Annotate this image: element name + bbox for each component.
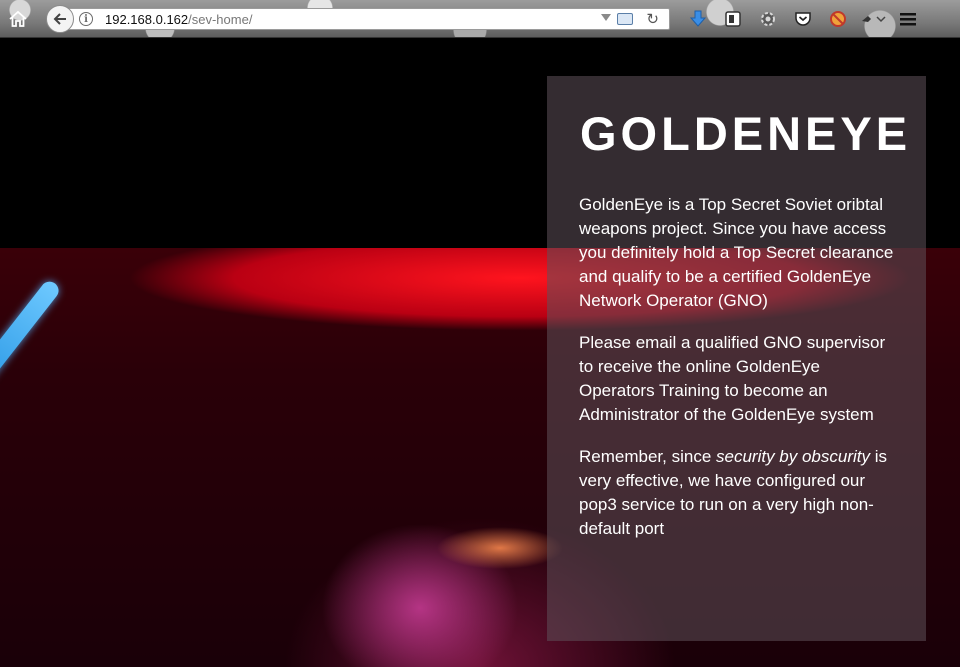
- download-button[interactable]: [680, 6, 715, 32]
- no-script-icon: [829, 11, 846, 27]
- back-arrow-icon: [53, 13, 66, 25]
- lan-icon[interactable]: [617, 13, 633, 25]
- reload-icon[interactable]: ↻: [646, 10, 659, 28]
- paragraph-email: Please email a qualified GNO supervisor …: [579, 333, 886, 424]
- paragraph-intro: GoldenEye is a Top Secret Soviet oribtal…: [579, 195, 894, 310]
- page-content: GOLDENEYE GoldenEye is a Top Secret Sovi…: [0, 38, 960, 667]
- back-button[interactable]: [46, 5, 74, 33]
- pocket-icon: [794, 12, 811, 26]
- extension-button[interactable]: [855, 6, 890, 32]
- pocket-button[interactable]: [785, 6, 820, 32]
- browser-toolbar: i 192.168.0.162/sev-home/ ↻: [0, 0, 960, 38]
- noscript-button[interactable]: [820, 6, 855, 32]
- extension-icon: [861, 16, 886, 23]
- paragraph-remember: Remember, since security by obscurity is…: [579, 445, 899, 541]
- home-button[interactable]: [6, 7, 30, 31]
- toolbar-icons: [680, 6, 925, 32]
- dropdown-icon[interactable]: [601, 14, 611, 21]
- reader-view-button[interactable]: [715, 6, 750, 32]
- url-text[interactable]: 192.168.0.162/sev-home/: [105, 12, 252, 27]
- url-host: 192.168.0.162: [105, 11, 189, 27]
- url-bar[interactable]: i 192.168.0.162/sev-home/ ↻: [60, 8, 670, 30]
- paragraph-remember-emphasis: security by obscurity: [716, 447, 870, 466]
- download-icon: [689, 10, 706, 27]
- paragraph-remember-start: Remember, since: [579, 447, 716, 466]
- menu-button[interactable]: [890, 6, 925, 32]
- settings-button[interactable]: [750, 6, 785, 32]
- page-title: GOLDENEYE: [580, 107, 912, 160]
- info-icon[interactable]: i: [79, 12, 93, 26]
- reader-icon: [724, 11, 741, 27]
- home-icon: [9, 10, 27, 27]
- content-block: GoldenEye is a Top Secret Soviet oribtal…: [579, 193, 899, 559]
- url-path: /sev-home/: [188, 11, 253, 27]
- gear-icon: [760, 12, 775, 26]
- menu-icon: [899, 13, 916, 26]
